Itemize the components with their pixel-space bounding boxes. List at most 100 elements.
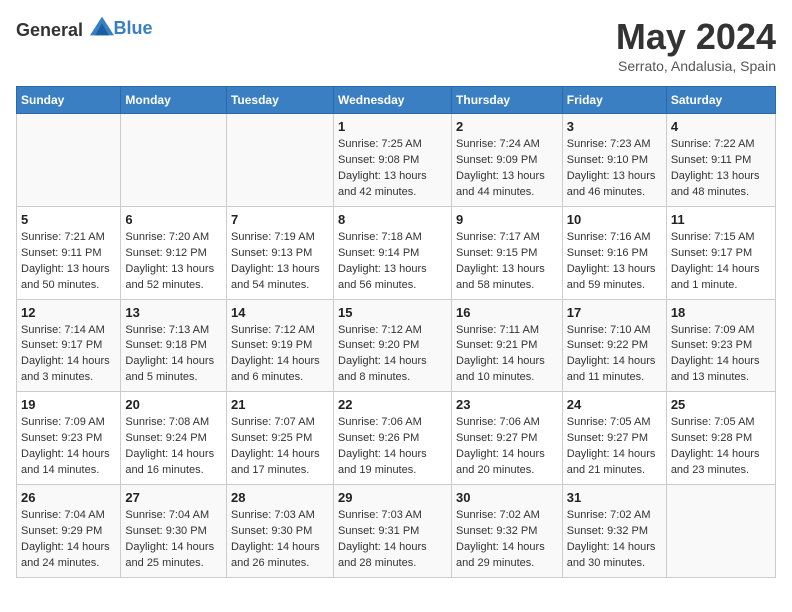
calendar-day-cell: 25 Sunrise: 7:05 AMSunset: 9:28 PMDayligh… [666,392,775,485]
weekday-header: Sunday [17,87,121,114]
day-number: 7 [231,212,329,227]
day-info: Sunrise: 7:02 AMSunset: 9:32 PMDaylight:… [456,508,558,572]
day-info: Sunrise: 7:04 AMSunset: 9:30 PMDaylight:… [125,508,222,572]
day-info: Sunrise: 7:16 AMSunset: 9:16 PMDaylight:… [567,230,662,294]
calendar-week-row: 26 Sunrise: 7:04 AMSunset: 9:29 PMDayligh… [17,485,776,578]
day-info: Sunrise: 7:11 AMSunset: 9:21 PMDaylight:… [456,323,558,387]
calendar-day-cell: 9 Sunrise: 7:17 AMSunset: 9:15 PMDaylight… [452,206,563,299]
calendar-day-cell [121,114,227,207]
day-info: Sunrise: 7:03 AMSunset: 9:31 PMDaylight:… [338,508,447,572]
weekday-header: Tuesday [226,87,333,114]
calendar-day-cell: 8 Sunrise: 7:18 AMSunset: 9:14 PMDaylight… [334,206,452,299]
calendar-day-cell [226,114,333,207]
day-number: 14 [231,305,329,320]
calendar-day-cell: 2 Sunrise: 7:24 AMSunset: 9:09 PMDaylight… [452,114,563,207]
weekday-header: Friday [562,87,666,114]
calendar-day-cell: 21Sunrise: 7:07 AMSunset: 9:25 PMDayligh… [226,392,333,485]
day-info: Sunrise: 7:03 AMSunset: 9:30 PMDaylight:… [231,508,329,572]
day-number: 17 [567,305,662,320]
calendar-day-cell: 28 Sunrise: 7:03 AMSunset: 9:30 PMDayligh… [226,485,333,578]
calendar-day-cell: 6 Sunrise: 7:20 AMSunset: 9:12 PMDaylight… [121,206,227,299]
calendar-day-cell: 24 Sunrise: 7:05 AMSunset: 9:27 PMDayligh… [562,392,666,485]
logo-icon [90,16,114,36]
calendar-day-cell: 23Sunrise: 7:06 AMSunset: 9:27 PMDayligh… [452,392,563,485]
day-info: Sunrise: 7:24 AMSunset: 9:09 PMDaylight:… [456,137,558,201]
day-number: 4 [671,119,771,134]
day-info: Sunrise: 7:22 AMSunset: 9:11 PMDaylight:… [671,137,771,201]
day-number: 26 [21,490,116,505]
logo: General Blue [16,16,153,41]
calendar-week-row: 12 Sunrise: 7:14 AMSunset: 9:17 PMDayligh… [17,299,776,392]
calendar-week-row: 1 Sunrise: 7:25 AMSunset: 9:08 PMDaylight… [17,114,776,207]
day-number: 5 [21,212,116,227]
weekday-header: Saturday [666,87,775,114]
calendar-day-cell: 3 Sunrise: 7:23 AMSunset: 9:10 PMDaylight… [562,114,666,207]
calendar-week-row: 5Sunrise: 7:21 AMSunset: 9:11 PMDaylight… [17,206,776,299]
weekday-header: Wednesday [334,87,452,114]
day-number: 16 [456,305,558,320]
day-number: 23 [456,397,558,412]
day-number: 15 [338,305,447,320]
calendar-day-cell: 26 Sunrise: 7:04 AMSunset: 9:29 PMDayligh… [17,485,121,578]
calendar-day-cell: 12 Sunrise: 7:14 AMSunset: 9:17 PMDayligh… [17,299,121,392]
day-number: 1 [338,119,447,134]
day-number: 25 [671,397,771,412]
day-info: Sunrise: 7:14 AMSunset: 9:17 PMDaylight:… [21,323,116,387]
day-info: Sunrise: 7:19 AMSunset: 9:13 PMDaylight:… [231,230,329,294]
calendar-day-cell: 17 Sunrise: 7:10 AMSunset: 9:22 PMDayligh… [562,299,666,392]
day-info: Sunrise: 7:05 AMSunset: 9:27 PMDaylight:… [567,415,662,479]
day-number: 18 [671,305,771,320]
day-number: 6 [125,212,222,227]
day-info: Sunrise: 7:15 AMSunset: 9:17 PMDaylight:… [671,230,771,294]
day-info: Sunrise: 7:06 AMSunset: 9:26 PMDaylight:… [338,415,447,479]
day-number: 10 [567,212,662,227]
day-info: Sunrise: 7:18 AMSunset: 9:14 PMDaylight:… [338,230,447,294]
day-number: 19 [21,397,116,412]
header: General Blue May 2024 Serrato, Andalusia… [16,16,776,74]
day-number: 8 [338,212,447,227]
header-row: SundayMondayTuesdayWednesdayThursdayFrid… [17,87,776,114]
day-info: Sunrise: 7:04 AMSunset: 9:29 PMDaylight:… [21,508,116,572]
calendar-day-cell: 16 Sunrise: 7:11 AMSunset: 9:21 PMDayligh… [452,299,563,392]
day-info: Sunrise: 7:10 AMSunset: 9:22 PMDaylight:… [567,323,662,387]
calendar-day-cell: 20 Sunrise: 7:08 AMSunset: 9:24 PMDayligh… [121,392,227,485]
calendar-day-cell: 27Sunrise: 7:04 AMSunset: 9:30 PMDayligh… [121,485,227,578]
day-info: Sunrise: 7:09 AMSunset: 9:23 PMDaylight:… [21,415,116,479]
calendar-table: SundayMondayTuesdayWednesdayThursdayFrid… [16,86,776,578]
calendar-week-row: 19 Sunrise: 7:09 AMSunset: 9:23 PMDayligh… [17,392,776,485]
day-info: Sunrise: 7:12 AMSunset: 9:19 PMDaylight:… [231,323,329,387]
day-number: 28 [231,490,329,505]
weekday-header: Monday [121,87,227,114]
calendar-day-cell: 22 Sunrise: 7:06 AMSunset: 9:26 PMDayligh… [334,392,452,485]
day-number: 3 [567,119,662,134]
day-number: 2 [456,119,558,134]
day-number: 30 [456,490,558,505]
subtitle: Serrato, Andalusia, Spain [616,58,776,74]
day-number: 12 [21,305,116,320]
calendar-day-cell: 13Sunrise: 7:13 AMSunset: 9:18 PMDayligh… [121,299,227,392]
calendar-day-cell: 30 Sunrise: 7:02 AMSunset: 9:32 PMDayligh… [452,485,563,578]
day-info: Sunrise: 7:23 AMSunset: 9:10 PMDaylight:… [567,137,662,201]
calendar-day-cell: 18 Sunrise: 7:09 AMSunset: 9:23 PMDayligh… [666,299,775,392]
calendar-day-cell: 4 Sunrise: 7:22 AMSunset: 9:11 PMDaylight… [666,114,775,207]
day-info: Sunrise: 7:07 AMSunset: 9:25 PMDaylight:… [231,415,329,479]
day-info: Sunrise: 7:25 AMSunset: 9:08 PMDaylight:… [338,137,447,201]
calendar-day-cell: 7 Sunrise: 7:19 AMSunset: 9:13 PMDaylight… [226,206,333,299]
day-info: Sunrise: 7:17 AMSunset: 9:15 PMDaylight:… [456,230,558,294]
calendar-day-cell: 1 Sunrise: 7:25 AMSunset: 9:08 PMDaylight… [334,114,452,207]
calendar-day-cell: 14 Sunrise: 7:12 AMSunset: 9:19 PMDayligh… [226,299,333,392]
day-info: Sunrise: 7:08 AMSunset: 9:24 PMDaylight:… [125,415,222,479]
calendar-day-cell: 29Sunrise: 7:03 AMSunset: 9:31 PMDayligh… [334,485,452,578]
day-number: 22 [338,397,447,412]
title-area: May 2024 Serrato, Andalusia, Spain [616,16,776,74]
day-info: Sunrise: 7:20 AMSunset: 9:12 PMDaylight:… [125,230,222,294]
day-number: 24 [567,397,662,412]
calendar-day-cell: 10 Sunrise: 7:16 AMSunset: 9:16 PMDayligh… [562,206,666,299]
day-number: 20 [125,397,222,412]
calendar-day-cell: 11Sunrise: 7:15 AMSunset: 9:17 PMDayligh… [666,206,775,299]
day-number: 9 [456,212,558,227]
day-info: Sunrise: 7:09 AMSunset: 9:23 PMDaylight:… [671,323,771,387]
day-info: Sunrise: 7:05 AMSunset: 9:28 PMDaylight:… [671,415,771,479]
weekday-header: Thursday [452,87,563,114]
logo-blue-text: Blue [114,18,153,38]
